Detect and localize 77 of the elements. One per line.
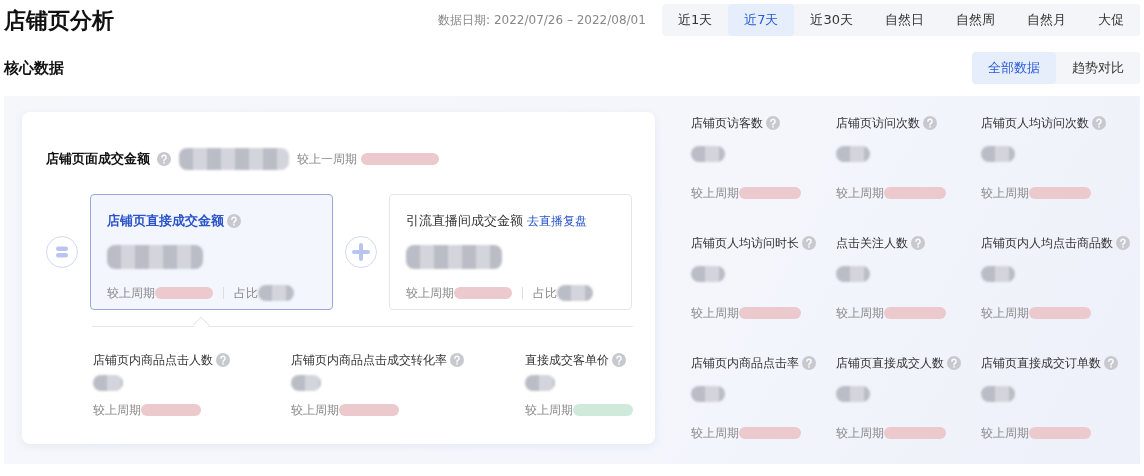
range-tab[interactable]: 自然周 <box>940 4 1011 36</box>
range-tab[interactable]: 近1天 <box>661 4 729 36</box>
compare-label: 较上周期 <box>981 184 1029 202</box>
compare-label: 较上周期 <box>691 304 739 322</box>
share-label: 占比 <box>533 285 557 302</box>
help-icon[interactable] <box>1092 116 1106 130</box>
metric-label: 直接成交客单价 <box>525 352 609 369</box>
redacted-value <box>981 266 1015 282</box>
compare-label: 较上周期 <box>836 424 884 442</box>
redacted-value <box>93 375 123 391</box>
help-icon[interactable] <box>766 116 780 130</box>
metric-label: 店铺页人均访问次数 <box>981 115 1089 132</box>
redacted-value <box>836 386 870 402</box>
view-tab[interactable]: 全部数据 <box>972 52 1056 84</box>
range-tab[interactable]: 近30天 <box>794 4 869 36</box>
equals-icon <box>46 236 78 268</box>
redacted-value <box>258 285 294 301</box>
compare-label: 较上周期 <box>691 424 739 442</box>
compare-label: 较上周期 <box>981 424 1029 442</box>
help-icon[interactable] <box>1104 356 1118 370</box>
page-title: 店铺页分析 <box>4 6 114 35</box>
share-label: 占比 <box>234 285 258 302</box>
range-tab[interactable]: 大促 <box>1082 4 1140 36</box>
compare-label: 较上周期 <box>836 184 884 202</box>
metric-label: 店铺页直接成交人数 <box>836 355 944 372</box>
metric-label: 店铺页直接成交金额 <box>107 212 224 230</box>
compare-label: 较上周期 <box>525 401 573 419</box>
review-link[interactable]: 去直播复盘 <box>527 211 587 230</box>
compare-label: 较上周期 <box>291 401 339 419</box>
help-icon[interactable] <box>450 353 464 367</box>
metric-label: 店铺页人均访问时长 <box>691 235 799 252</box>
help-icon[interactable] <box>227 213 241 228</box>
metric-label: 店铺页访客数 <box>691 115 763 132</box>
metric-label: 引流直播间成交金额 <box>406 212 523 230</box>
compare-label: 较上周期 <box>107 285 155 302</box>
metric-panel[interactable]: 店铺页直接成交金额 较上周期 占比 <box>90 194 333 310</box>
redacted-value <box>981 146 1015 162</box>
range-tab[interactable]: 近7天 <box>728 4 795 36</box>
metric-label: 店铺页面成交金额 <box>46 150 150 169</box>
range-tab[interactable]: 自然月 <box>1011 4 1082 36</box>
redacted-value <box>691 146 725 162</box>
metric-label: 店铺页访问次数 <box>836 115 920 132</box>
range-tab[interactable]: 自然日 <box>869 4 940 36</box>
redacted-value <box>836 266 870 282</box>
metric-label: 点击关注人数 <box>836 235 908 252</box>
compare-label: 较上周期 <box>836 304 884 322</box>
redacted-value <box>691 266 725 282</box>
help-icon[interactable] <box>157 152 171 166</box>
redacted-value <box>557 285 593 301</box>
plus-icon <box>345 236 377 268</box>
help-icon[interactable] <box>802 236 816 250</box>
help-icon[interactable] <box>947 356 961 370</box>
metric-label: 店铺页内商品点击成交转化率 <box>291 352 447 369</box>
help-icon[interactable] <box>802 356 816 370</box>
redacted-value <box>691 386 725 402</box>
date-range-label: 数据日期: 2022/07/26 – 2022/08/01 <box>438 12 646 29</box>
help-icon[interactable] <box>612 353 626 367</box>
redacted-value <box>291 375 321 391</box>
view-tab[interactable]: 趋势对比 <box>1056 52 1140 84</box>
compare-label: 较上一周期 <box>297 151 357 168</box>
metric-label: 店铺页直接成交订单数 <box>981 355 1101 372</box>
compare-label: 较上周期 <box>691 184 739 202</box>
section-title: 核心数据 <box>4 57 64 79</box>
redacted-value <box>981 386 1015 402</box>
compare-label: 较上周期 <box>981 304 1029 322</box>
help-icon[interactable] <box>923 116 937 130</box>
metric-label: 店铺页内商品点击人数 <box>93 352 213 369</box>
metric-panel[interactable]: 引流直播间成交金额 去直播复盘 较上周期 占比 <box>389 194 632 310</box>
redacted-value <box>836 146 870 162</box>
metric-label: 店铺页内商品点击率 <box>691 355 799 372</box>
metric-label: 店铺页内人均点击商品数 <box>981 235 1113 252</box>
compare-label: 较上周期 <box>93 401 141 419</box>
help-icon[interactable] <box>1116 236 1130 250</box>
compare-label: 较上周期 <box>406 285 454 302</box>
help-icon[interactable] <box>911 236 925 250</box>
redacted-value <box>525 375 555 391</box>
help-icon[interactable] <box>216 353 230 367</box>
